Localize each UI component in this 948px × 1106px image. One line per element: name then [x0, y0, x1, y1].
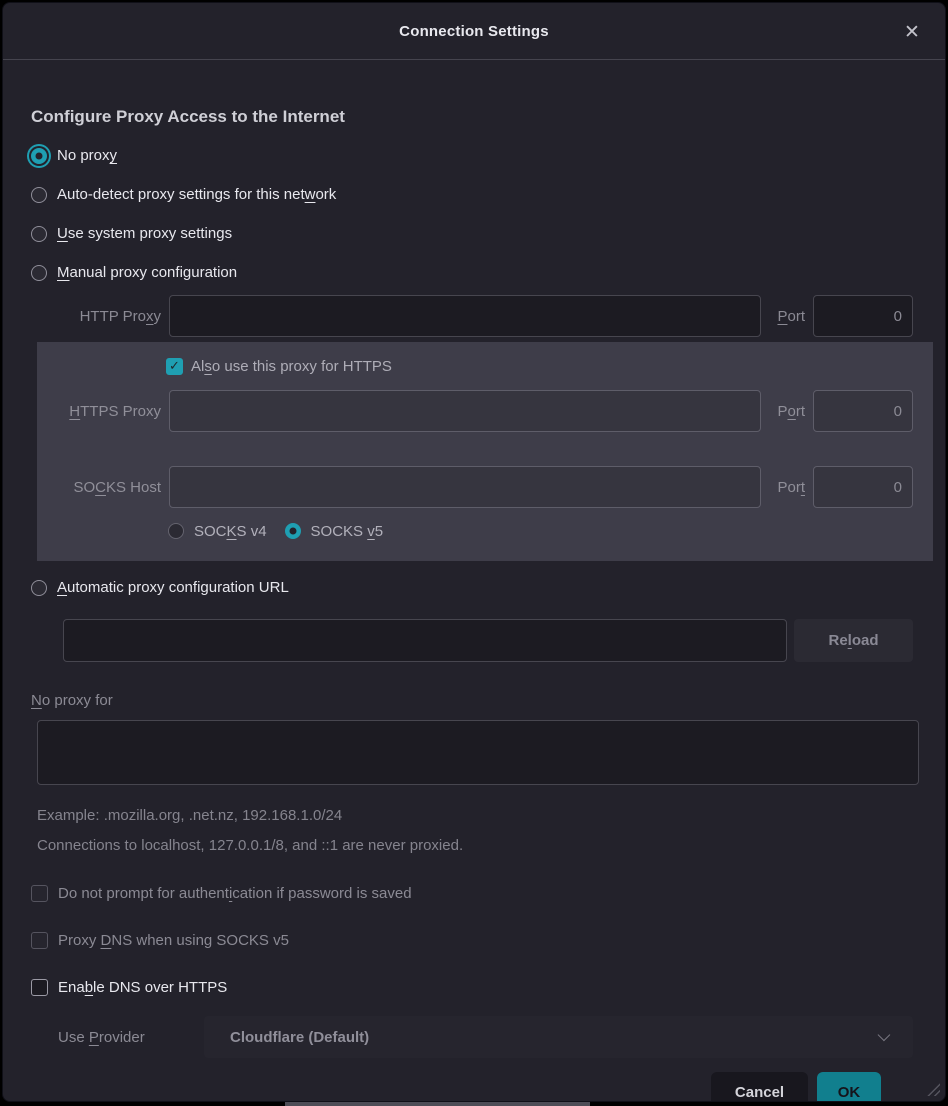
connection-settings-dialog: Connection Settings ✕ Configure Proxy Ac…	[2, 2, 946, 1102]
http-proxy-input[interactable]	[169, 295, 761, 337]
radio-row-auto-detect[interactable]: Auto-detect proxy settings for this netw…	[31, 175, 913, 214]
manual-proxy-radio[interactable]	[31, 265, 47, 281]
no-prompt-auth-checkbox[interactable]	[31, 885, 48, 902]
radio-row-manual-proxy[interactable]: Manual proxy configuration	[31, 253, 913, 292]
auto-config-url-input[interactable]	[63, 619, 787, 662]
socks-version-row: SOCKS v4 SOCKS v5	[168, 517, 913, 545]
http-proxy-label: HTTP Proxy	[31, 308, 161, 325]
close-button[interactable]: ✕	[897, 17, 927, 47]
close-icon: ✕	[904, 21, 920, 44]
proxy-dns-checkbox[interactable]	[31, 932, 48, 949]
no-proxy-radio[interactable]	[31, 148, 47, 164]
socks-v4-radio[interactable]	[168, 523, 184, 539]
option-row-no-prompt-auth[interactable]: Do not prompt for authentication if pass…	[31, 879, 913, 907]
enable-doh-label: Enable DNS over HTTPS	[58, 979, 227, 996]
https-port-label: Port	[769, 403, 805, 420]
auto-config-url-label: Automatic proxy configuration URL	[57, 579, 289, 596]
manual-proxy-highlight-section: ✓ Also use this proxy for HTTPS HTTPS Pr…	[37, 342, 933, 561]
auto-detect-radio[interactable]	[31, 187, 47, 203]
socks-v5-radio[interactable]	[285, 523, 301, 539]
dialog-content: Configure Proxy Access to the Internet N…	[3, 60, 945, 1102]
radio-row-auto-config-url[interactable]: Automatic proxy configuration URL	[31, 568, 913, 607]
dialog-footer: Cancel OK	[31, 1058, 913, 1102]
cancel-button[interactable]: Cancel	[711, 1072, 808, 1102]
https-proxy-label: HTTPS Proxy	[37, 403, 161, 420]
enable-doh-checkbox[interactable]	[31, 979, 48, 996]
doh-provider-selected-value: Cloudflare (Default)	[230, 1029, 369, 1046]
ok-button[interactable]: OK	[817, 1072, 881, 1102]
no-proxy-note-text: Connections to localhost, 127.0.0.1/8, a…	[37, 837, 913, 854]
also-https-label: Also use this proxy for HTTPS	[191, 358, 392, 375]
system-proxy-radio[interactable]	[31, 226, 47, 242]
http-port-input[interactable]	[813, 295, 913, 337]
also-https-checkbox[interactable]: ✓	[166, 358, 183, 375]
socks-v4-label: SOCKS v4	[194, 523, 267, 540]
option-row-enable-doh[interactable]: Enable DNS over HTTPS	[31, 973, 913, 1001]
doh-provider-dropdown[interactable]: Cloudflare (Default)	[204, 1016, 913, 1058]
no-proxy-for-label: No proxy for	[31, 692, 913, 709]
socks-host-label: SOCKS Host	[37, 479, 161, 496]
dialog-title: Connection Settings	[399, 23, 549, 40]
no-proxy-example-text: Example: .mozilla.org, .net.nz, 192.168.…	[37, 807, 913, 824]
socks-host-row: SOCKS Host Port	[37, 466, 913, 508]
page-title: Configure Proxy Access to the Internet	[31, 107, 913, 127]
option-row-proxy-dns[interactable]: Proxy DNS when using SOCKS v5	[31, 926, 913, 954]
auto-config-url-row: Reload	[63, 619, 913, 662]
doh-provider-row: Use Provider Cloudflare (Default)	[58, 1016, 913, 1058]
https-proxy-input[interactable]	[169, 390, 761, 432]
use-provider-label: Use Provider	[58, 1029, 170, 1046]
reload-button[interactable]: Reload	[794, 619, 913, 662]
proxy-dns-label: Proxy DNS when using SOCKS v5	[58, 932, 289, 949]
also-https-row[interactable]: ✓ Also use this proxy for HTTPS	[166, 352, 913, 380]
no-proxy-label: No proxy	[57, 147, 117, 164]
radio-row-system-proxy[interactable]: Use system proxy settings	[31, 214, 913, 253]
radio-row-no-proxy[interactable]: No proxy	[31, 136, 913, 175]
http-proxy-row: HTTP Proxy Port	[31, 295, 913, 337]
system-proxy-label: Use system proxy settings	[57, 225, 232, 242]
socks-host-input[interactable]	[169, 466, 761, 508]
http-port-label: Port	[769, 308, 805, 325]
https-port-input[interactable]	[813, 390, 913, 432]
socks-v5-label: SOCKS v5	[311, 523, 384, 540]
auto-config-url-radio[interactable]	[31, 580, 47, 596]
no-proxy-for-textarea[interactable]	[37, 720, 919, 785]
chevron-down-icon	[878, 1029, 891, 1042]
socks-port-label: Port	[769, 479, 805, 496]
manual-proxy-label: Manual proxy configuration	[57, 264, 237, 281]
auto-detect-label: Auto-detect proxy settings for this netw…	[57, 186, 336, 203]
socks-port-input[interactable]	[813, 466, 913, 508]
https-proxy-row: HTTPS Proxy Port	[37, 390, 913, 432]
no-prompt-auth-label: Do not prompt for authentication if pass…	[58, 885, 412, 902]
dialog-titlebar: Connection Settings ✕	[3, 3, 945, 60]
